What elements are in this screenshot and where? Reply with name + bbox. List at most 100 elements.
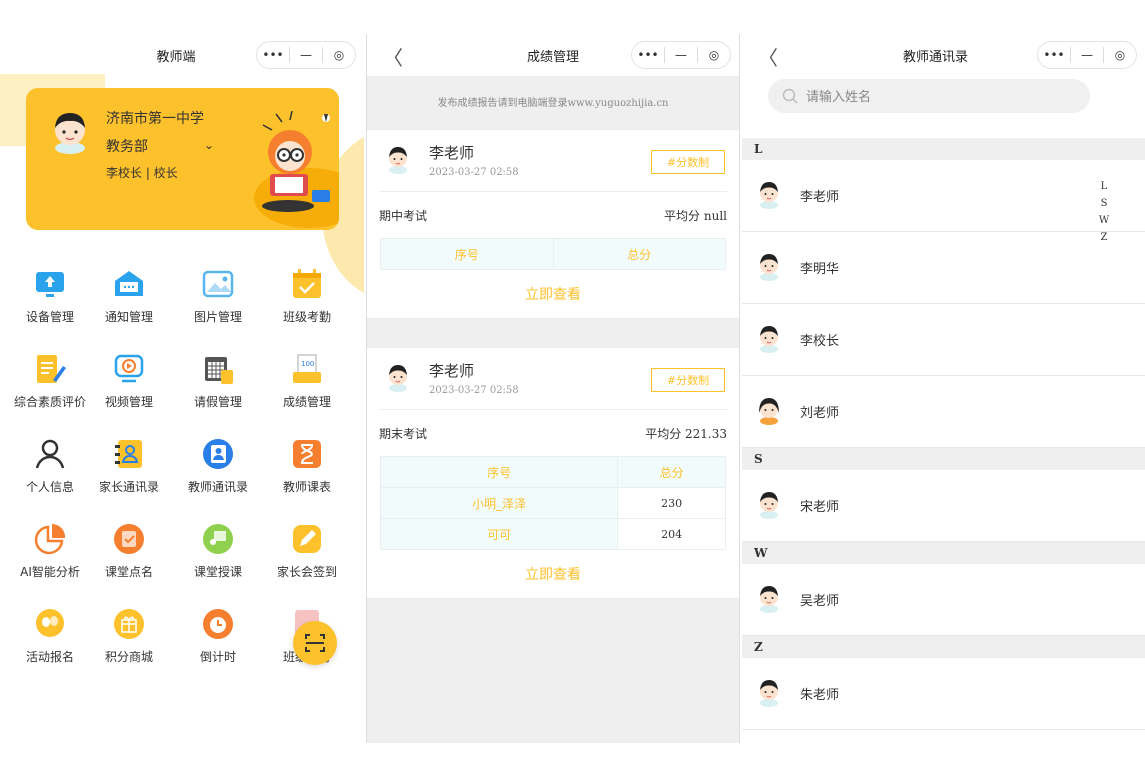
teacher-name: 李老师 — [429, 362, 475, 380]
more-button[interactable]: ••• — [1038, 48, 1070, 62]
contact-row[interactable]: 李校长 — [742, 304, 1145, 376]
grid-item-label: 成绩管理 — [282, 395, 331, 409]
more-button[interactable]: ••• — [257, 48, 289, 62]
index-letter[interactable]: L — [1097, 178, 1111, 195]
teacher-home-panel: 教师端 ••• — ◎ 济南市第一中学 教务部 ⌄ 李校长 | 校长 设备管理 … — [0, 34, 364, 714]
chevron-down-icon[interactable]: ⌄ — [204, 138, 214, 152]
avatar — [756, 323, 782, 357]
search-icon — [782, 88, 798, 104]
minimize-button[interactable]: — — [665, 48, 697, 62]
avatar — [756, 251, 782, 285]
student-name-cell: 小明_泽泽 — [379, 487, 619, 519]
contact-row[interactable]: 宋老师 — [742, 470, 1145, 542]
grid-item-label: 设备管理 — [25, 310, 74, 324]
close-button[interactable]: ◎ — [698, 48, 730, 62]
school-name: 济南市第一中学 — [106, 111, 204, 127]
column-header: 序号 — [380, 238, 554, 270]
school-card[interactable]: 济南市第一中学 教务部 ⌄ 李校长 | 校长 — [26, 88, 339, 230]
grid-item-label: 活动报名 — [25, 650, 74, 664]
page-title: 教师端 — [156, 49, 196, 65]
contact-name: 吴老师 — [800, 594, 840, 609]
card-header: 李老师 2023-03-27 02:58 #分数制 — [379, 348, 727, 410]
score-report-card: 李老师 2023-03-27 02:58 #分数制 期末考试 平均分 221.33 序号总… — [367, 348, 739, 598]
grid-item[interactable]: 教师课表 — [263, 436, 351, 495]
publish-time: 2023-03-27 02:58 — [429, 385, 519, 396]
index-letter[interactable]: Z — [1097, 229, 1111, 246]
grid-item[interactable]: 活动报名 — [6, 606, 94, 665]
section-header-z: Z — [742, 636, 1145, 658]
avatar — [756, 179, 782, 213]
grid-item[interactable]: 班级考勤 — [263, 266, 351, 325]
grid-item-label: 视频管理 — [104, 395, 153, 409]
leave-calendar-icon — [200, 351, 236, 387]
score-management-panel: 〈 成绩管理 ••• — ◎ 发布成绩报告请到电脑端登录www.yuguozhi… — [366, 34, 740, 743]
grid-item-label: 课堂授课 — [193, 565, 242, 579]
exam-name: 期中考试 — [379, 208, 428, 223]
page-title: 教师通讯录 — [902, 49, 968, 65]
score-paper-icon: 100 — [289, 351, 325, 387]
index-letter[interactable]: W — [1097, 212, 1111, 229]
score-type-tag[interactable]: #分数制 — [651, 368, 725, 392]
search-bar[interactable] — [768, 79, 1090, 113]
minimize-button[interactable]: — — [290, 48, 322, 62]
grid-item[interactable]: 家长通讯录 — [85, 436, 173, 495]
grid-item[interactable]: 通知管理 — [85, 266, 173, 325]
more-button[interactable]: ••• — [632, 48, 664, 62]
grid-item[interactable]: 课堂授课 — [174, 521, 262, 580]
reading-kid-illustration — [242, 110, 338, 224]
contact-name: 刘老师 — [800, 406, 840, 421]
student-name-cell: 可可 — [379, 518, 619, 550]
avatar — [385, 362, 411, 396]
index-letter[interactable]: S — [1097, 195, 1111, 212]
parent-contacts-icon — [111, 436, 147, 472]
back-icon[interactable]: 〈 — [383, 42, 403, 71]
capsule-menu: ••• — ◎ — [631, 41, 731, 69]
avatar — [385, 144, 411, 178]
contact-row[interactable]: 李老师 — [742, 160, 1145, 232]
notice-mail-icon — [111, 266, 147, 302]
teaching-icon — [200, 521, 236, 557]
exam-row: 期中考试 平均分 null — [379, 192, 727, 238]
navbar: 教师端 ••• — ◎ — [0, 34, 364, 76]
exam-name: 期末考试 — [379, 426, 428, 441]
user-role: 李校长 | 校长 — [106, 166, 178, 180]
table-row: 可可 204 — [379, 518, 726, 550]
grid-item[interactable]: 倒计时 — [174, 606, 262, 665]
view-now-button[interactable]: 立即查看 — [379, 270, 727, 318]
balloon-icon — [32, 606, 68, 642]
grid-item[interactable]: 个人信息 — [6, 436, 94, 495]
score-type-tag[interactable]: #分数制 — [651, 150, 725, 174]
back-icon[interactable]: 〈 — [758, 42, 778, 71]
view-now-button[interactable]: 立即查看 — [379, 550, 727, 598]
pencil-sign-icon — [289, 521, 325, 557]
grid-item[interactable]: 课堂点名 — [85, 521, 173, 580]
contact-row[interactable]: 刘老师 — [742, 376, 1145, 448]
screenshot-root: 教师端 ••• — ◎ 济南市第一中学 教务部 ⌄ 李校长 | 校长 设备管理 … — [0, 0, 1145, 779]
minimize-button[interactable]: — — [1071, 48, 1103, 62]
grid-item[interactable]: 家长会签到 — [263, 521, 351, 580]
navbar: 〈 教师通讯录 ••• — ◎ — [742, 34, 1145, 76]
grid-item[interactable]: 请假管理 — [174, 351, 262, 410]
grid-item[interactable]: 100 成绩管理 — [263, 351, 351, 410]
contact-row[interactable]: 吴老师 — [742, 564, 1145, 636]
grid-item-label: 请假管理 — [193, 395, 242, 409]
grid-item[interactable]: 教师通讯录 — [174, 436, 262, 495]
scan-button[interactable] — [293, 621, 337, 665]
grid-item[interactable]: 积分商城 — [85, 606, 173, 665]
grid-item-label: 图片管理 — [193, 310, 242, 324]
grid-item-label: 综合素质评价 — [13, 395, 86, 409]
close-button[interactable]: ◎ — [323, 48, 355, 62]
contact-row[interactable]: 李明华 — [742, 232, 1145, 304]
grid-item[interactable]: 视频管理 — [85, 351, 173, 410]
search-input[interactable] — [806, 88, 1056, 104]
grid-item[interactable]: 图片管理 — [174, 266, 262, 325]
grid-item[interactable]: AI智能分析 — [6, 521, 94, 580]
close-button[interactable]: ◎ — [1104, 48, 1136, 62]
contact-row[interactable]: 朱老师 — [742, 658, 1145, 730]
department[interactable]: 教务部 — [106, 136, 148, 156]
average-score: 平均分 null — [664, 208, 727, 223]
grid-item-label: 教师通讯录 — [187, 480, 248, 494]
grid-item[interactable]: 设备管理 — [6, 266, 94, 325]
grid-item[interactable]: 综合素质评价 — [6, 351, 94, 410]
card-header: 李老师 2023-03-27 02:58 #分数制 — [379, 130, 727, 192]
